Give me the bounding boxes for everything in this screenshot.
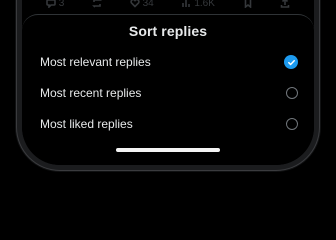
screenshot-stage: 3 34 1.6K Sort replies Most relevant rep… <box>0 0 336 220</box>
option-label: Most liked replies <box>40 117 133 131</box>
like-count: 34 <box>142 0 154 9</box>
option-label: Most relevant replies <box>40 55 151 69</box>
bookmark-action[interactable] <box>243 0 253 8</box>
views-action[interactable]: 1.6K <box>181 0 215 9</box>
sheet-title: Sort replies <box>128 23 208 39</box>
sort-replies-sheet: Sort replies Most relevant replies Most … <box>22 14 314 165</box>
repost-action[interactable] <box>92 0 102 8</box>
radio-unselected[interactable] <box>286 87 298 99</box>
views-count: 1.6K <box>194 0 215 9</box>
bookmark-icon <box>244 0 251 8</box>
reply-count: 3 <box>58 0 65 9</box>
option-most-relevant[interactable]: Most relevant replies <box>40 49 298 75</box>
repost-icon <box>92 0 102 8</box>
checkmark-icon <box>287 59 295 65</box>
like-action[interactable]: 34 <box>129 0 154 9</box>
home-indicator[interactable] <box>116 148 220 152</box>
reply-icon <box>45 0 56 8</box>
share-icon <box>280 0 290 8</box>
heart-icon <box>129 0 140 8</box>
share-action[interactable] <box>280 0 290 8</box>
radio-unselected[interactable] <box>286 118 298 130</box>
option-most-recent[interactable]: Most recent replies <box>40 80 298 106</box>
phone-frame: 3 34 1.6K Sort replies Most relevant rep… <box>16 0 320 171</box>
option-most-liked[interactable]: Most liked replies <box>40 111 298 137</box>
radio-selected-checkmark-icon[interactable] <box>284 55 298 69</box>
option-label: Most recent replies <box>40 86 142 100</box>
tweet-action-row: 3 34 1.6K <box>22 0 314 10</box>
reply-action[interactable]: 3 <box>45 0 65 9</box>
phone-screen: 3 34 1.6K Sort replies Most relevant rep… <box>22 0 314 165</box>
views-chart-icon <box>182 0 191 7</box>
